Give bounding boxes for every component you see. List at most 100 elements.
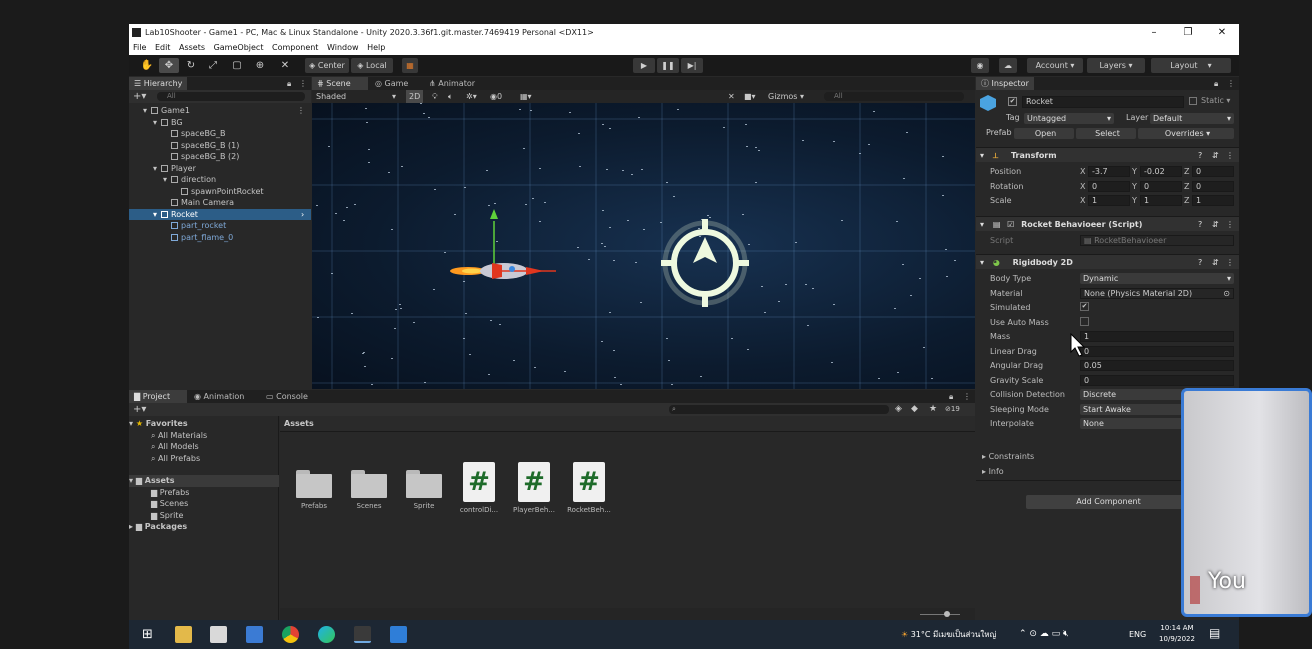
favorite-item[interactable]: ⌕ All Models	[129, 441, 279, 453]
chevron-right-icon[interactable]: ›	[301, 209, 304, 221]
layer-dropdown[interactable]: Default ▾	[1150, 113, 1234, 124]
pivot-center-button[interactable]: ◈ Center	[305, 58, 349, 73]
asset-folder[interactable]: Scenes	[347, 468, 391, 510]
rotate-tool-icon[interactable]: ↻	[181, 58, 201, 73]
asset-folder[interactable]: Prefabs	[292, 468, 336, 510]
lighting-icon[interactable]: 💡︎	[432, 90, 438, 103]
hidden-layers-icon[interactable]: ◉0	[490, 90, 502, 103]
transform-scale-y-field[interactable]: 1	[1140, 195, 1182, 206]
help-icon[interactable]: ?	[1198, 148, 1202, 163]
edge-icon[interactable]	[318, 626, 335, 643]
hidden-packages-toggle[interactable]: ⊘19	[945, 403, 960, 416]
notification-icon[interactable]: ▤	[1209, 626, 1220, 640]
hierarchy-row[interactable]: ▾ Player	[129, 163, 311, 175]
file-explorer-icon[interactable]	[175, 626, 192, 643]
store-icon[interactable]	[210, 626, 227, 643]
close-button[interactable]: ✕	[1205, 24, 1239, 41]
minimize-button[interactable]: –	[1137, 24, 1171, 41]
panel-menu-icon[interactable]: ⋮	[963, 390, 971, 403]
tab-console[interactable]: ▭ Console	[261, 390, 313, 403]
audio-icon[interactable]: 🔈︎	[448, 90, 453, 103]
favorite-item[interactable]: ⌕ All Materials	[129, 430, 279, 442]
tab-animator[interactable]: ⋔ Animator	[424, 77, 480, 90]
rigidbody-field[interactable]: None (Physics Material 2D) ⊙	[1080, 287, 1234, 299]
hierarchy-row[interactable]: ▾ Game1 ⋮	[129, 105, 311, 117]
hand-tool-icon[interactable]: ✋	[137, 58, 157, 73]
assets-node[interactable]: ▾ ▆ Assets	[129, 475, 279, 487]
scene-viewport[interactable]	[312, 103, 975, 389]
panel-menu-icon[interactable]: ⋮	[299, 77, 307, 90]
grid-snap-icon[interactable]: ▦	[402, 58, 418, 73]
rigidbody-field[interactable]: 0	[1080, 345, 1234, 357]
account-dropdown[interactable]: Account ▾	[1027, 58, 1083, 73]
rigidbody-checkbox[interactable]	[1080, 316, 1089, 326]
start-windows-icon[interactable]: ⊞	[139, 626, 156, 643]
menu-file[interactable]: File	[133, 43, 146, 52]
asset-script[interactable]: # PlayerBeh...	[512, 462, 556, 514]
static-dropdown[interactable]: Static ▾	[1201, 96, 1230, 105]
rocket-sprite[interactable]	[446, 203, 566, 293]
foldout-arrow-icon[interactable]: ▾	[153, 117, 161, 129]
tab-scene[interactable]: ⋕ Scene	[312, 77, 368, 90]
layout-dropdown[interactable]: Layout ▾	[1151, 58, 1231, 73]
move-tool-icon[interactable]: ✥	[159, 58, 179, 73]
transform-rotation-x-field[interactable]: 0	[1088, 180, 1130, 192]
scale-tool-icon[interactable]: ⤢	[203, 58, 223, 73]
rigidbody-dropdown[interactable]: Dynamic ▾	[1080, 273, 1234, 284]
filter-type-icon[interactable]: ◈	[895, 403, 902, 416]
foldout-arrow-icon[interactable]: ▾	[153, 163, 161, 175]
shading-dropdown[interactable]: Shaded	[316, 90, 346, 103]
foldout-arrow-icon[interactable]: ▾	[143, 105, 151, 117]
weather-widget[interactable]: ☀ 31°C มีเมฆเป็นส่วนใหญ่	[901, 620, 996, 649]
lock-icon[interactable]: 🔒︎	[1214, 77, 1218, 90]
tab-hierarchy[interactable]: ☰ Hierarchy	[129, 77, 188, 90]
rigidbody-checkbox[interactable]: ✔	[1080, 302, 1089, 311]
hierarchy-row[interactable]: Main Camera	[129, 197, 311, 209]
active-checkbox[interactable]: ✔	[1008, 97, 1017, 106]
step-button[interactable]: ▶|	[681, 58, 703, 73]
rigidbody-field[interactable]: 1	[1080, 331, 1234, 342]
transform-rotation-y-field[interactable]: 0	[1140, 180, 1182, 192]
object-picker-icon[interactable]: ⊙	[1223, 289, 1230, 298]
hierarchy-row[interactable]: spaceBG_B (1)	[129, 140, 311, 152]
component-menu-icon[interactable]: ⋮	[1226, 255, 1234, 270]
hierarchy-row[interactable]: part_rocket	[129, 220, 311, 232]
menu-edit[interactable]: Edit	[155, 43, 171, 52]
hierarchy-row[interactable]: spaceBG_B	[129, 128, 311, 140]
menu-window[interactable]: Window	[327, 43, 359, 52]
tools-icon[interactable]: ✕	[728, 90, 735, 103]
static-checkbox[interactable]	[1189, 97, 1197, 105]
custom-tool-icon[interactable]: ✕	[275, 58, 295, 73]
object-name-field[interactable]: Rocket	[1022, 96, 1184, 108]
hierarchy-row[interactable]: ▾ direction	[129, 174, 311, 186]
cloud-icon[interactable]: ☁	[999, 58, 1017, 73]
project-search-input[interactable]: ⌕	[669, 405, 889, 414]
tab-animation[interactable]: ◉ Animation	[189, 390, 249, 403]
scene-search-input[interactable]: All	[824, 92, 964, 101]
pause-button[interactable]: ❚❚	[657, 58, 679, 73]
foldout-arrow-icon[interactable]: ▾	[980, 220, 984, 229]
asset-folder-node[interactable]: ▆ Sprite	[129, 510, 279, 522]
foldout-arrow-icon[interactable]: ▾	[980, 151, 984, 160]
help-icon[interactable]: ?	[1198, 217, 1202, 232]
lock-icon[interactable]: 🔒︎	[949, 390, 953, 403]
prefab-open-button[interactable]: Open	[1014, 128, 1074, 139]
transform-position-z-field[interactable]: 0	[1192, 166, 1234, 177]
camera-icon[interactable]: ■▾	[744, 90, 756, 103]
rigidbody-field[interactable]: 0	[1080, 374, 1234, 386]
clock[interactable]: 10:14 AM 10/9/2022	[1157, 623, 1197, 645]
asset-folder-node[interactable]: ▆ Scenes	[129, 498, 279, 510]
system-tray-icons[interactable]: ⌃ ⊙ ☁ ▭ 🔇︎	[1019, 620, 1069, 649]
rect-tool-icon[interactable]: ▢	[227, 58, 247, 73]
foldout-arrow-icon[interactable]: ▾	[163, 174, 171, 186]
preset-icon[interactable]: ⇵	[1212, 148, 1219, 163]
add-component-button[interactable]: Add Component	[1026, 495, 1188, 509]
grid-icon[interactable]: ▦▾	[520, 90, 532, 103]
preset-icon[interactable]: ⇵	[1212, 255, 1219, 270]
scene-menu-icon[interactable]: ⋮	[297, 105, 305, 117]
script-enabled-checkbox[interactable]: ☑	[1007, 220, 1014, 229]
menu-assets[interactable]: Assets	[179, 43, 205, 52]
lock-icon[interactable]: 🔒︎	[287, 77, 291, 90]
constraints-foldout[interactable]: ▸ Constraints	[982, 450, 1034, 463]
effects-icon[interactable]: ✲▾	[466, 90, 477, 103]
